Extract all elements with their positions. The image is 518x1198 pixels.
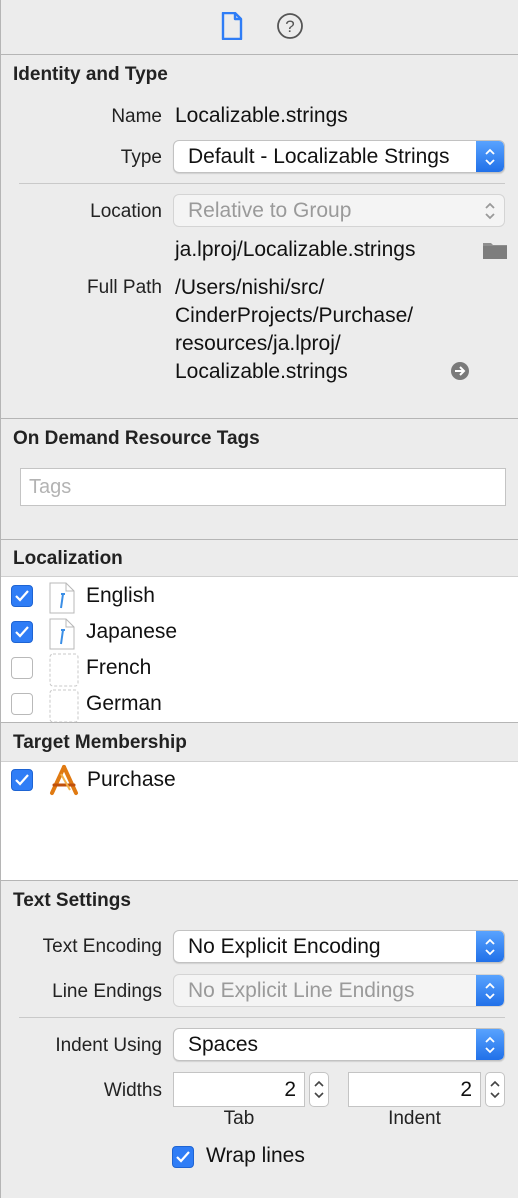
tab-caption: Tab bbox=[223, 1108, 255, 1129]
location-popup[interactable]: Relative to Group bbox=[173, 194, 505, 227]
section-divider bbox=[1, 539, 518, 540]
indent-using-label: Indent Using bbox=[55, 1035, 162, 1056]
text-settings-separator bbox=[19, 1017, 505, 1018]
quick-help-icon[interactable]: ? bbox=[274, 10, 306, 42]
text-encoding-popup[interactable]: No Explicit Encoding bbox=[173, 930, 505, 963]
name-value[interactable]: Localizable.strings bbox=[175, 104, 348, 128]
tab-width-stepper[interactable] bbox=[309, 1072, 329, 1107]
text-settings-section-title: Text Settings bbox=[13, 890, 131, 911]
indent-width-stepper[interactable] bbox=[485, 1072, 505, 1107]
identity-section-title: Identity and Type bbox=[13, 64, 168, 85]
location-popup-value: Relative to Group bbox=[188, 199, 352, 222]
section-divider bbox=[1, 418, 518, 419]
full-path-line: resources/ja.lproj/ bbox=[175, 332, 341, 355]
section-divider bbox=[1, 880, 518, 881]
full-path-line: CinderProjects/Purchase/ bbox=[175, 304, 414, 327]
type-popup[interactable]: Default - Localizable Strings bbox=[173, 140, 505, 173]
localization-label-german: German bbox=[86, 692, 162, 715]
localization-label-english: English bbox=[86, 584, 155, 607]
line-endings-label: Line Endings bbox=[52, 981, 162, 1002]
section-divider bbox=[1, 722, 518, 723]
placeholder-file-icon bbox=[49, 653, 79, 687]
popup-chevrons-icon bbox=[476, 1029, 504, 1060]
location-label: Location bbox=[90, 201, 162, 222]
inspector-tab-bar: ? bbox=[1, 0, 518, 55]
target-checkbox-purchase[interactable] bbox=[11, 769, 33, 791]
indent-using-value: Spaces bbox=[188, 1033, 259, 1056]
popup-chevrons-icon bbox=[476, 195, 504, 226]
localization-checkbox-german[interactable] bbox=[11, 693, 33, 715]
file-inspector-icon[interactable] bbox=[216, 10, 248, 42]
widths-label: Widths bbox=[103, 1080, 162, 1101]
tags-placeholder: Tags bbox=[29, 476, 72, 498]
wrap-lines-label: Wrap lines bbox=[206, 1144, 305, 1167]
localization-label-japanese: Japanese bbox=[86, 620, 178, 643]
full-path-line: Localizable.strings bbox=[175, 360, 348, 383]
tags-input[interactable]: Tags bbox=[20, 468, 506, 506]
indent-width-field[interactable]: 2 bbox=[348, 1072, 481, 1107]
type-popup-value: Default - Localizable Strings bbox=[188, 145, 450, 168]
popup-chevrons-icon bbox=[476, 931, 504, 962]
line-endings-popup[interactable]: No Explicit Line Endings bbox=[173, 974, 505, 1007]
popup-chevrons-icon bbox=[476, 141, 504, 172]
identity-separator bbox=[19, 183, 505, 184]
reveal-in-finder-icon[interactable] bbox=[450, 361, 470, 386]
full-path-value[interactable]: /Users/nishi/src/ CinderProjects/Purchas… bbox=[175, 274, 413, 386]
popup-chevrons-icon bbox=[476, 975, 504, 1006]
tab-width-field[interactable]: 2 bbox=[173, 1072, 305, 1107]
odr-section-title: On Demand Resource Tags bbox=[13, 428, 260, 449]
localization-checkbox-english[interactable] bbox=[11, 585, 33, 607]
indent-using-popup[interactable]: Spaces bbox=[173, 1028, 505, 1061]
full-path-line: /Users/nishi/src/ bbox=[175, 276, 325, 299]
target-section-title: Target Membership bbox=[13, 732, 187, 753]
type-label: Type bbox=[120, 147, 162, 168]
indent-caption: Indent bbox=[388, 1108, 441, 1129]
localization-checkbox-french[interactable] bbox=[11, 657, 33, 679]
app-target-icon bbox=[48, 764, 80, 801]
strings-file-icon bbox=[49, 582, 75, 614]
localization-label-french: French bbox=[86, 656, 152, 679]
placeholder-file-icon bbox=[49, 689, 79, 723]
svg-text:?: ? bbox=[285, 17, 294, 36]
line-endings-value: No Explicit Line Endings bbox=[188, 979, 415, 1002]
strings-file-icon bbox=[49, 618, 75, 650]
target-label-purchase: Purchase bbox=[87, 768, 176, 791]
localization-checkbox-japanese[interactable] bbox=[11, 621, 33, 643]
text-encoding-value: No Explicit Encoding bbox=[188, 935, 381, 958]
wrap-lines-checkbox[interactable] bbox=[172, 1146, 194, 1168]
relative-path-value: ja.lproj/Localizable.strings bbox=[175, 238, 416, 261]
full-path-label: Full Path bbox=[87, 277, 162, 298]
text-encoding-label: Text Encoding bbox=[42, 936, 162, 957]
folder-icon[interactable] bbox=[482, 240, 508, 265]
localization-section-title: Localization bbox=[13, 548, 123, 569]
name-label: Name bbox=[111, 106, 162, 127]
